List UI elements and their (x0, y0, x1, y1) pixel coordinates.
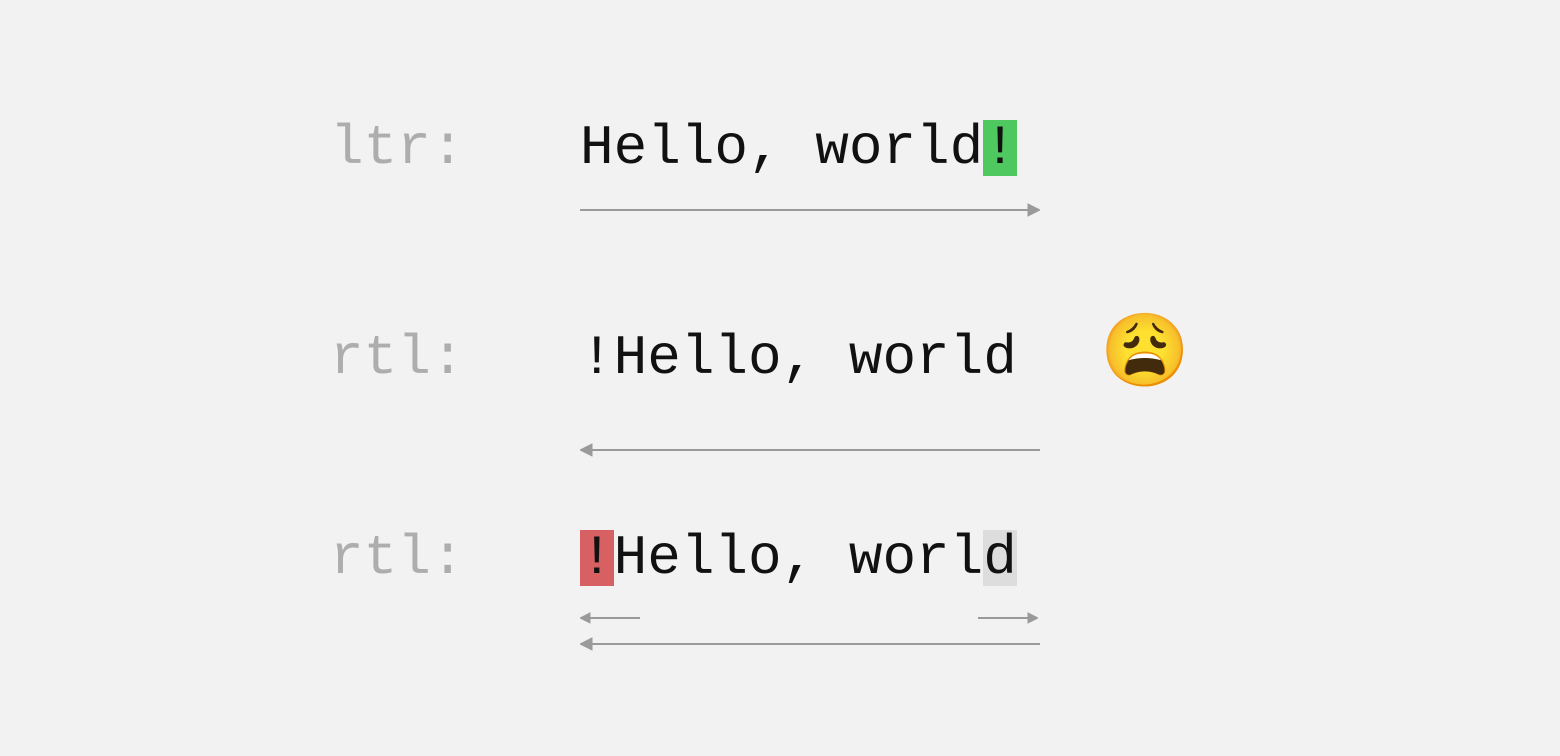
rtl-row-2: rtl: !Hello, world (330, 530, 1017, 586)
rtl-label-2: rtl: (330, 530, 580, 586)
arrow-short-right-icon (978, 610, 1038, 626)
diagram-stage: ltr: Hello, world! rtl: !Hello, world 😩 … (0, 0, 1560, 756)
arrow-right-icon (580, 200, 1040, 220)
arrow-left-long-icon (580, 634, 1040, 654)
rtl-row-1: rtl: !Hello, world (330, 330, 1017, 386)
weary-face-icon: 😩 (1100, 320, 1190, 392)
rtl-lastchar-highlight: d (983, 530, 1017, 586)
rtl-bang-highlight: ! (580, 530, 614, 586)
rtl-text-2: Hello, worl (614, 530, 984, 586)
ltr-label: ltr: (330, 120, 580, 176)
ltr-row: ltr: Hello, world! (330, 120, 1017, 176)
rtl-text-1: !Hello, world (580, 330, 1017, 386)
arrow-short-left-icon (580, 610, 640, 626)
rtl-label-1: rtl: (330, 330, 580, 386)
ltr-bang-highlight: ! (983, 120, 1017, 176)
arrow-left-icon (580, 440, 1040, 460)
ltr-text: Hello, world (580, 120, 983, 176)
